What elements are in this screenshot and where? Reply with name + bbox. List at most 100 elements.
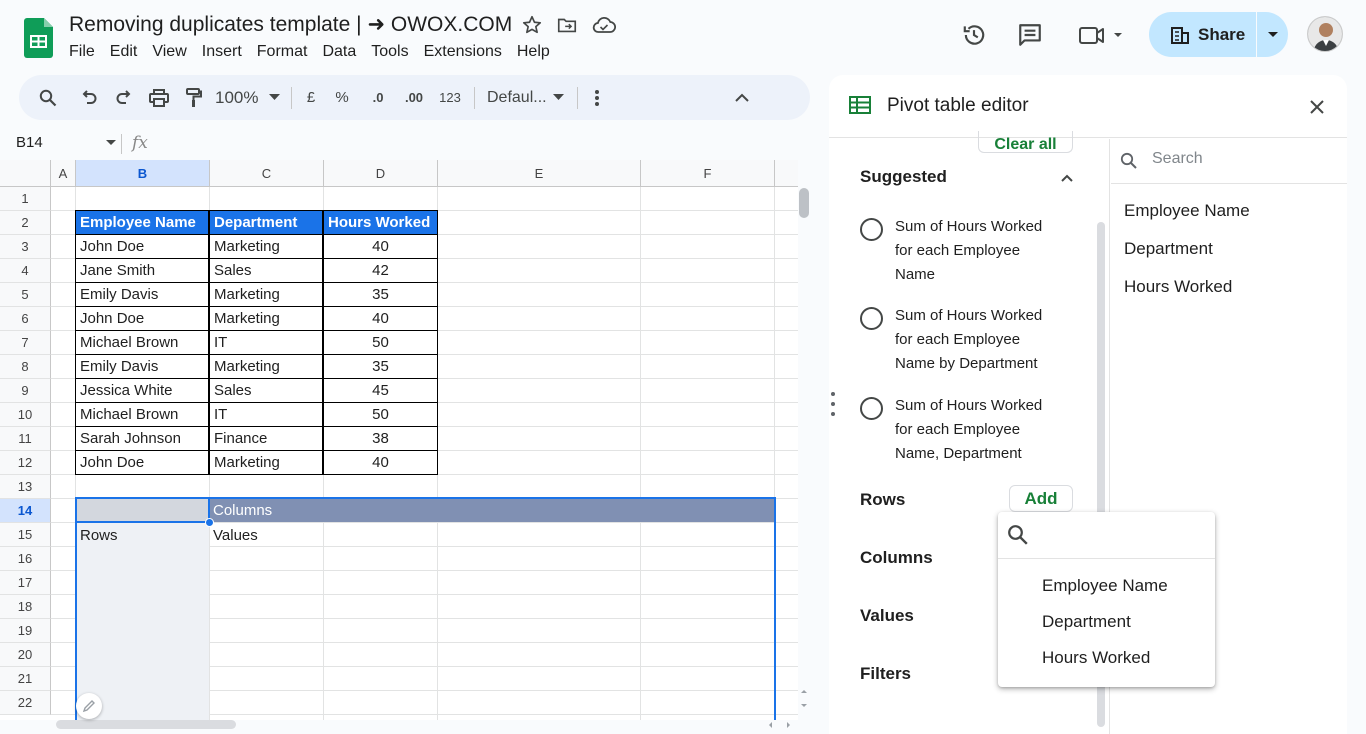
currency-format-button[interactable]: £ xyxy=(298,75,324,120)
move-folder-icon[interactable] xyxy=(556,14,578,36)
cell-department[interactable]: Marketing xyxy=(209,282,323,307)
row-header[interactable]: 3 xyxy=(0,235,51,259)
more-options-icon[interactable] xyxy=(584,75,610,120)
row-header[interactable]: 14 xyxy=(0,499,51,523)
table-header-department[interactable]: Department xyxy=(209,210,323,235)
row-header[interactable]: 1 xyxy=(0,187,51,211)
cell-department[interactable]: IT xyxy=(209,402,323,427)
cell-employee-name[interactable]: John Doe xyxy=(75,234,209,259)
column-header-g[interactable] xyxy=(775,160,798,187)
row-header[interactable]: 5 xyxy=(0,283,51,307)
user-avatar[interactable] xyxy=(1307,16,1343,52)
menu-extensions[interactable]: Extensions xyxy=(424,43,502,61)
close-icon[interactable] xyxy=(1307,97,1327,117)
suggestion-item[interactable]: Sum of Hours Worked for each Employee Na… xyxy=(860,215,1045,287)
column-header-b[interactable]: B xyxy=(76,160,210,187)
zoom-dropdown-icon[interactable] xyxy=(263,75,285,120)
suggestion-item[interactable]: Sum of Hours Worked for each Employee Na… xyxy=(860,394,1045,466)
menu-help[interactable]: Help xyxy=(517,43,550,61)
cell-employee-name[interactable]: Michael Brown xyxy=(75,402,209,427)
row-header[interactable]: 20 xyxy=(0,643,51,667)
row-header[interactable]: 17 xyxy=(0,571,51,595)
star-icon[interactable] xyxy=(521,14,543,36)
row-header[interactable]: 2 xyxy=(0,211,51,235)
row-header[interactable]: 16 xyxy=(0,547,51,571)
menu-data[interactable]: Data xyxy=(322,43,356,61)
row-header[interactable]: 13 xyxy=(0,475,51,499)
column-header-e[interactable]: E xyxy=(438,160,641,187)
cell-hours-worked[interactable]: 40 xyxy=(323,450,438,475)
cell-employee-name[interactable]: Emily Davis xyxy=(75,354,209,379)
cell-hours-worked[interactable]: 45 xyxy=(323,378,438,403)
row-header[interactable]: 15 xyxy=(0,523,51,547)
cell-department[interactable]: Sales xyxy=(209,378,323,403)
cell-hours-worked[interactable]: 40 xyxy=(323,234,438,259)
sheets-logo-icon[interactable] xyxy=(24,18,53,58)
row-header[interactable]: 22 xyxy=(0,691,51,715)
row-header[interactable]: 11 xyxy=(0,427,51,451)
cell-department[interactable]: Marketing xyxy=(209,450,323,475)
dropdown-item-employee-name[interactable]: Employee Name xyxy=(1042,576,1168,596)
cell-department[interactable]: Marketing xyxy=(209,234,323,259)
collapse-toolbar-icon[interactable] xyxy=(731,75,753,120)
cell-hours-worked[interactable]: 42 xyxy=(323,258,438,283)
field-search-input[interactable]: Search xyxy=(1152,150,1203,168)
select-all-corner[interactable] xyxy=(0,160,51,187)
dropdown-item-department[interactable]: Department xyxy=(1042,612,1131,632)
table-header-hours-worked[interactable]: Hours Worked xyxy=(323,210,438,235)
dropdown-search-icon[interactable] xyxy=(1007,524,1029,546)
version-history-icon[interactable] xyxy=(961,22,987,48)
menu-format[interactable]: Format xyxy=(257,43,308,61)
name-box[interactable]: B14 xyxy=(16,134,116,151)
column-header-d[interactable]: D xyxy=(324,160,438,187)
cell-hours-worked[interactable]: 38 xyxy=(323,426,438,451)
cell-employee-name[interactable]: Michael Brown xyxy=(75,330,209,355)
font-dropdown-icon[interactable] xyxy=(545,75,571,120)
cell-employee-name[interactable]: Sarah Johnson xyxy=(75,426,209,451)
field-list-item[interactable]: Department xyxy=(1124,239,1213,259)
suggestion-radio[interactable] xyxy=(860,397,883,420)
cloud-saved-icon[interactable] xyxy=(592,14,616,36)
clear-all-button[interactable]: Clear all xyxy=(978,131,1073,153)
cell-employee-name[interactable]: John Doe xyxy=(75,450,209,475)
menu-file[interactable]: File xyxy=(69,43,95,61)
zoom-select[interactable]: 100% xyxy=(211,75,263,120)
column-header-a[interactable]: A xyxy=(51,160,76,187)
cell-hours-worked[interactable]: 40 xyxy=(323,306,438,331)
meet-video-icon[interactable] xyxy=(1078,22,1126,48)
cell-department[interactable]: Sales xyxy=(209,258,323,283)
row-header[interactable]: 12 xyxy=(0,451,51,475)
scroll-up-arrow-icon[interactable] xyxy=(799,686,809,696)
field-list-item[interactable]: Hours Worked xyxy=(1124,277,1232,297)
panel-resize-handle-icon[interactable] xyxy=(829,391,837,417)
row-header[interactable]: 19 xyxy=(0,619,51,643)
share-main[interactable]: Share xyxy=(1149,12,1256,57)
cell-hours-worked[interactable]: 50 xyxy=(323,402,438,427)
add-rows-button[interactable]: Add xyxy=(1009,485,1073,512)
scroll-down-arrow-icon[interactable] xyxy=(799,701,809,711)
menu-edit[interactable]: Edit xyxy=(110,43,138,61)
row-header[interactable]: 9 xyxy=(0,379,51,403)
cell-employee-name[interactable]: Jessica White xyxy=(75,378,209,403)
undo-icon[interactable] xyxy=(71,75,107,120)
name-box-dropdown-icon[interactable] xyxy=(106,139,116,146)
share-dropdown-arrow-icon[interactable] xyxy=(1257,31,1288,39)
row-header[interactable]: 7 xyxy=(0,331,51,355)
column-header-f[interactable]: F xyxy=(641,160,775,187)
vertical-scrollbar-thumb[interactable] xyxy=(799,188,809,218)
cell-department[interactable]: Marketing xyxy=(209,354,323,379)
field-list-item[interactable]: Employee Name xyxy=(1124,201,1250,221)
suggestion-radio[interactable] xyxy=(860,218,883,241)
row-header[interactable]: 8 xyxy=(0,355,51,379)
cell-hours-worked[interactable]: 35 xyxy=(323,282,438,307)
column-header-c[interactable]: C xyxy=(210,160,324,187)
row-header[interactable]: 4 xyxy=(0,259,51,283)
cell-employee-name[interactable]: Emily Davis xyxy=(75,282,209,307)
row-header[interactable]: 21 xyxy=(0,667,51,691)
row-header[interactable]: 6 xyxy=(0,307,51,331)
scroll-left-arrow-icon[interactable] xyxy=(765,720,775,730)
cell-department[interactable]: IT xyxy=(209,330,323,355)
search-menus-icon[interactable] xyxy=(37,75,59,120)
fill-handle[interactable] xyxy=(205,518,214,527)
menu-insert[interactable]: Insert xyxy=(202,43,242,61)
